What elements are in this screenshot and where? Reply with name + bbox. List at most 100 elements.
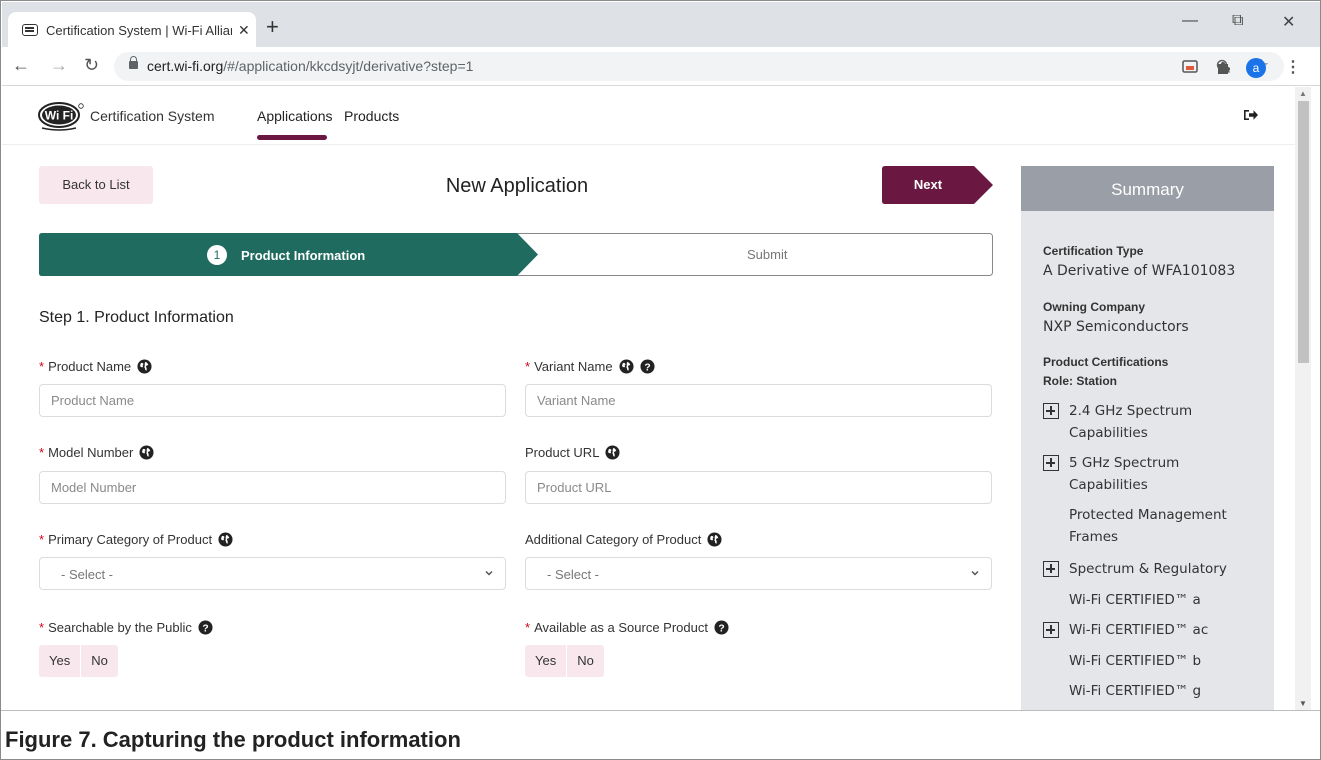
step-submit: Submit xyxy=(747,247,788,262)
profile-avatar[interactable]: a xyxy=(1246,58,1266,78)
browser-toolbar: ← → ↻ cert.wi-fi.org/#/application/kkcds… xyxy=(2,47,1320,86)
wifi-alliance-logo: Wi Fi xyxy=(38,102,84,131)
product-name-input[interactable] xyxy=(39,384,506,417)
searchable-yes-button[interactable]: Yes xyxy=(39,645,81,677)
scroll-up-arrow-icon[interactable]: ▲ xyxy=(1299,89,1307,98)
svg-text:?: ? xyxy=(202,623,208,634)
select-value: - Select - xyxy=(547,567,600,582)
next-button[interactable]: Next xyxy=(882,166,994,204)
source-product-toggle: Yes No xyxy=(525,645,604,677)
browser-tab-strip: Certification System | Wi-Fi Allian ✕ + … xyxy=(2,2,1320,48)
svg-text:?: ? xyxy=(644,362,650,373)
required-marker: * xyxy=(39,445,45,460)
cert-item: Wi-Fi CERTIFIED™ g xyxy=(1069,683,1202,699)
progress-stepper xyxy=(39,233,993,276)
restore-icon[interactable]: ⧉ xyxy=(1232,12,1243,30)
chevron-down-icon xyxy=(485,570,493,576)
label-text: Variant Name xyxy=(534,359,613,374)
owning-company-label: Owning Company xyxy=(1043,300,1145,314)
step-number-badge: 1 xyxy=(207,245,227,265)
scroll-down-arrow-icon[interactable]: ▼ xyxy=(1299,699,1307,708)
tab-title: Certification System | Wi-Fi Allian xyxy=(46,22,232,38)
source-product-label: * Available as a Source Product ? xyxy=(525,620,729,635)
source-no-button[interactable]: No xyxy=(566,645,604,677)
role-label: Role: Station xyxy=(1043,374,1117,388)
summary-panel: Summary Certification Type A Derivative … xyxy=(1021,166,1274,710)
cert-item: Wi-Fi CERTIFIED™ ac xyxy=(1069,622,1209,638)
active-nav-indicator xyxy=(257,135,327,140)
logout-icon[interactable] xyxy=(1243,107,1259,123)
variant-name-input[interactable] xyxy=(525,384,992,417)
cert-item: Wi-Fi CERTIFIED™ b xyxy=(1069,653,1202,669)
window-close-icon[interactable]: ✕ xyxy=(1282,12,1295,32)
nav-applications[interactable]: Applications xyxy=(257,108,333,124)
page-title: New Application xyxy=(445,175,589,197)
globe-icon[interactable] xyxy=(707,532,722,547)
expand-icon[interactable] xyxy=(1043,622,1059,638)
cert-item: 2.4 GHz Spectrum Capabilities xyxy=(1069,403,1193,441)
brand-title: Certification System xyxy=(90,108,215,124)
help-icon[interactable]: ? xyxy=(714,620,729,635)
page-scrollbar[interactable]: ▲ ▼ xyxy=(1295,87,1311,710)
figure-caption: Figure 7. Capturing the product informat… xyxy=(5,727,461,752)
globe-icon[interactable] xyxy=(139,445,154,460)
browser-menu-icon[interactable]: ⋮ xyxy=(1285,57,1301,77)
minimize-icon[interactable]: — xyxy=(1182,12,1198,30)
next-button-label: Next xyxy=(913,177,943,192)
section-title: Step 1. Product Information xyxy=(39,309,234,326)
searchable-no-button[interactable]: No xyxy=(80,645,118,677)
browser-tab[interactable]: Certification System | Wi-Fi Allian ✕ xyxy=(8,12,256,48)
svg-text:?: ? xyxy=(718,623,724,634)
forward-arrow-icon[interactable]: → xyxy=(50,55,68,75)
cert-type-value: A Derivative of WFA101083 xyxy=(1043,263,1236,279)
globe-icon[interactable] xyxy=(218,532,233,547)
nav-products[interactable]: Products xyxy=(344,108,399,124)
globe-icon[interactable] xyxy=(137,359,152,374)
cert-type-label: Certification Type xyxy=(1043,244,1144,258)
expand-icon[interactable] xyxy=(1043,455,1059,471)
label-text: Product URL xyxy=(525,445,600,460)
product-url-input[interactable] xyxy=(525,471,992,504)
required-marker: * xyxy=(39,620,45,635)
primary-category-select[interactable]: - Select - xyxy=(39,557,506,590)
address-bar[interactable]: cert.wi-fi.org/#/application/kkcdsyjt/de… xyxy=(114,52,1284,81)
required-marker: * xyxy=(525,620,531,635)
new-tab-button[interactable]: + xyxy=(266,16,279,38)
owning-company-value: NXP Semiconductors xyxy=(1043,319,1189,335)
source-yes-button[interactable]: Yes xyxy=(525,645,567,677)
svg-text:Wi Fi: Wi Fi xyxy=(45,109,74,123)
back-arrow-icon[interactable]: ← xyxy=(12,55,30,75)
product-name-label: * Product Name xyxy=(39,359,152,374)
summary-title: Summary xyxy=(1021,166,1274,211)
additional-category-select[interactable]: - Select - xyxy=(525,557,992,590)
scroll-thumb[interactable] xyxy=(1298,101,1309,363)
cast-icon[interactable] xyxy=(1182,59,1198,75)
extensions-puzzle-icon[interactable] xyxy=(1215,59,1231,75)
product-certifications-label: Product Certifications xyxy=(1043,355,1169,369)
tab-close-icon[interactable]: ✕ xyxy=(238,22,250,39)
reload-icon[interactable]: ↻ xyxy=(84,55,99,75)
globe-icon[interactable] xyxy=(619,359,634,374)
label-text: Additional Category of Product xyxy=(525,532,702,547)
caption-divider xyxy=(1,710,1320,711)
label-text: Primary Category of Product xyxy=(48,532,213,547)
select-value: - Select - xyxy=(61,567,114,582)
required-marker: * xyxy=(39,359,45,374)
expand-icon[interactable] xyxy=(1043,403,1059,419)
step-product-information: 1 Product Information xyxy=(207,245,365,265)
back-to-list-button[interactable]: Back to List xyxy=(39,166,153,204)
help-icon[interactable]: ? xyxy=(640,359,655,374)
step-label: Product Information xyxy=(241,247,366,263)
help-icon[interactable]: ? xyxy=(198,620,213,635)
url-text: cert.wi-fi.org/#/application/kkcdsyjt/de… xyxy=(147,58,474,74)
globe-icon[interactable] xyxy=(605,445,620,460)
cert-item: Spectrum & Regulatory xyxy=(1069,561,1227,577)
model-number-input[interactable] xyxy=(39,471,506,504)
wifi-favicon-icon xyxy=(22,24,38,36)
label-text: Available as a Source Product xyxy=(534,620,708,635)
lock-icon xyxy=(129,56,138,69)
cert-item: 5 GHz Spectrum Capabilities xyxy=(1069,455,1180,493)
primary-category-label: * Primary Category of Product xyxy=(39,532,233,547)
expand-icon[interactable] xyxy=(1043,561,1059,577)
label-text: Searchable by the Public xyxy=(48,620,192,635)
